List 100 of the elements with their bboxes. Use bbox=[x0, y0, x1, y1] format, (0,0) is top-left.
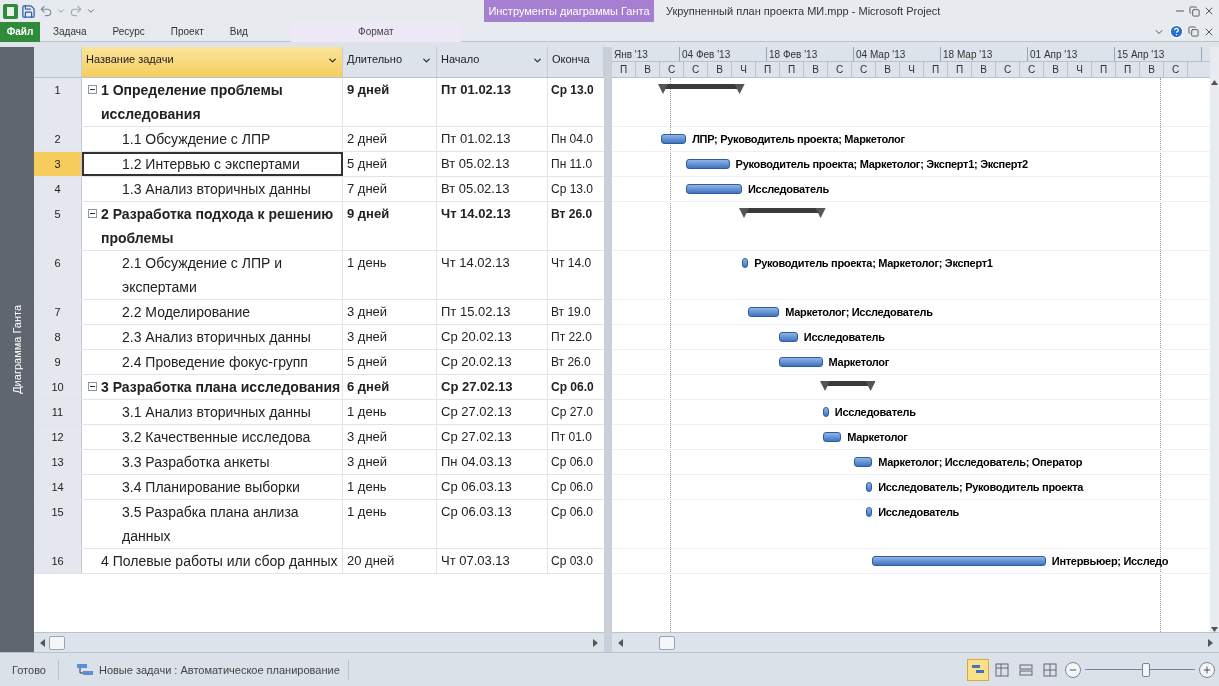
row-number[interactable]: 9 bbox=[34, 350, 82, 374]
zoom-in-button[interactable] bbox=[1199, 661, 1215, 678]
summary-bar[interactable] bbox=[739, 208, 826, 219]
task-bar[interactable] bbox=[866, 482, 873, 492]
row-number[interactable]: 4 bbox=[34, 177, 82, 201]
timescale-label: 04 Мар '13 bbox=[854, 47, 941, 61]
task-bar[interactable] bbox=[779, 332, 798, 342]
duration-cell: 9 дней bbox=[343, 78, 437, 126]
task-bar[interactable] bbox=[822, 407, 829, 417]
scroll-left-icon[interactable] bbox=[618, 638, 623, 647]
collapse-icon[interactable] bbox=[88, 209, 97, 218]
duration-cell: 5 дней bbox=[343, 152, 437, 176]
timescale-label: 18 Мар '13 bbox=[941, 47, 1028, 61]
ribbon-tab[interactable]: Ресурс bbox=[99, 21, 158, 42]
filter-icon[interactable] bbox=[532, 55, 543, 66]
scheduling-mode[interactable]: Новые задачи : Автоматическое планирование bbox=[98, 659, 349, 680]
file-tab[interactable]: Файл bbox=[0, 21, 40, 42]
timescale-label: П bbox=[612, 62, 636, 77]
task-bar[interactable] bbox=[661, 134, 687, 144]
task-bar[interactable] bbox=[779, 357, 823, 367]
start-cell: Ср 06.03.13 bbox=[437, 475, 548, 499]
timescale-label: Ч bbox=[732, 62, 756, 77]
finish-cell-text: Ср 27.0 bbox=[550, 404, 595, 421]
task-bar[interactable] bbox=[686, 159, 730, 169]
column-header[interactable]: Начало bbox=[437, 47, 548, 77]
help-icon[interactable] bbox=[1169, 24, 1184, 39]
timescale-label: В bbox=[876, 62, 900, 77]
customize-icon[interactable] bbox=[86, 6, 96, 16]
resource-label: Руководитель проекта; Маркетолог; Эксперт1; Эксперт2 bbox=[735, 157, 1028, 172]
row-number[interactable]: 6 bbox=[34, 251, 82, 299]
collapse-icon[interactable] bbox=[88, 382, 97, 391]
row-number[interactable]: 3 bbox=[34, 152, 82, 176]
gantt-view-button[interactable] bbox=[967, 658, 989, 681]
scroll-right-icon[interactable] bbox=[1208, 638, 1213, 647]
summary-bar[interactable] bbox=[658, 84, 745, 95]
duration-cell: 9 дней bbox=[343, 202, 437, 250]
app-icon bbox=[3, 3, 18, 19]
vertical-scrollbar[interactable] bbox=[1210, 47, 1219, 632]
ribbon-tab[interactable]: Задача bbox=[40, 21, 100, 42]
row-number[interactable]: 8 bbox=[34, 325, 82, 349]
start-cell: Чт 07.03.13 bbox=[437, 549, 548, 573]
column-title: Длительно bbox=[347, 52, 403, 67]
row-number[interactable]: 7 bbox=[34, 300, 82, 324]
column-header[interactable]: Длительно bbox=[343, 47, 437, 77]
row-number[interactable]: 14 bbox=[34, 475, 82, 499]
undo-icon[interactable] bbox=[39, 4, 53, 18]
task-bar[interactable] bbox=[853, 457, 873, 467]
row-number[interactable]: 2 bbox=[34, 127, 82, 151]
restore-icon[interactable] bbox=[1189, 5, 1200, 17]
duration-cell: 3 дней bbox=[343, 325, 437, 349]
start-cell: Пн 04.03.13 bbox=[437, 450, 548, 474]
restore-icon[interactable] bbox=[1188, 26, 1199, 37]
duration-cell: 6 дней bbox=[343, 375, 437, 399]
filter-icon[interactable] bbox=[327, 55, 338, 66]
scroll-thumb[interactable] bbox=[49, 635, 65, 650]
close-icon[interactable] bbox=[1203, 5, 1215, 17]
filter-icon[interactable] bbox=[421, 55, 432, 66]
scroll-right-icon[interactable] bbox=[593, 638, 598, 647]
task-bar[interactable] bbox=[742, 258, 749, 268]
start-cell: Пт 15.02.13 bbox=[437, 300, 548, 324]
row-number[interactable]: 11 bbox=[34, 400, 82, 424]
row-number[interactable]: 5 bbox=[34, 202, 82, 250]
horizontal-scrollbar[interactable] bbox=[612, 632, 1219, 652]
resource-label: Исследователь bbox=[748, 182, 829, 197]
timescale-label: П bbox=[948, 62, 972, 77]
row-number[interactable]: 16 bbox=[34, 549, 82, 573]
finish-cell-text: Ср 06.0 bbox=[550, 454, 595, 471]
start-cell: Ср 27.02.13 bbox=[437, 400, 548, 424]
scroll-left-icon[interactable] bbox=[40, 638, 45, 647]
zoom-out-button[interactable] bbox=[1065, 661, 1081, 678]
summary-bar[interactable] bbox=[819, 381, 876, 392]
row-number[interactable]: 13 bbox=[34, 450, 82, 474]
row-number[interactable]: 1 bbox=[34, 78, 82, 126]
ribbon-tab[interactable]: Проект bbox=[157, 21, 217, 42]
row-number[interactable]: 10 bbox=[34, 375, 82, 399]
save-icon[interactable] bbox=[21, 3, 36, 19]
task-bar[interactable] bbox=[872, 556, 1046, 566]
task-bar[interactable] bbox=[822, 432, 842, 442]
task-bar[interactable] bbox=[686, 184, 742, 194]
ribbon-tab[interactable]: Вид bbox=[216, 21, 261, 42]
scroll-up-icon[interactable] bbox=[1211, 80, 1218, 85]
finish-cell-text: Ср 13.0 bbox=[550, 181, 595, 198]
collapse-icon[interactable] bbox=[88, 85, 97, 94]
task-bar[interactable] bbox=[748, 307, 780, 317]
scroll-thumb[interactable] bbox=[659, 635, 675, 650]
task-name: 4 Полевые работы или сбор данных bbox=[101, 552, 338, 571]
row-number[interactable]: 12 bbox=[34, 425, 82, 449]
column-header[interactable]: Название задачи bbox=[82, 47, 343, 77]
task-bar[interactable] bbox=[866, 507, 873, 517]
finish-cell-text: Ср 03.0 bbox=[550, 553, 595, 570]
duration-cell: 1 день bbox=[343, 400, 437, 424]
timescale-label: С bbox=[660, 62, 684, 77]
zoom-thumb[interactable] bbox=[1141, 662, 1150, 677]
contextual-ribbon-tab[interactable]: Формат bbox=[290, 21, 461, 42]
zoom-slider[interactable] bbox=[1085, 662, 1195, 677]
row-number[interactable]: 15 bbox=[34, 500, 82, 548]
timescale-label: П bbox=[780, 62, 804, 77]
resource-label: Маркетолог bbox=[847, 430, 908, 445]
finish-cell-text: Вт 26.0 bbox=[550, 206, 594, 223]
horizontal-scrollbar[interactable] bbox=[34, 632, 604, 652]
